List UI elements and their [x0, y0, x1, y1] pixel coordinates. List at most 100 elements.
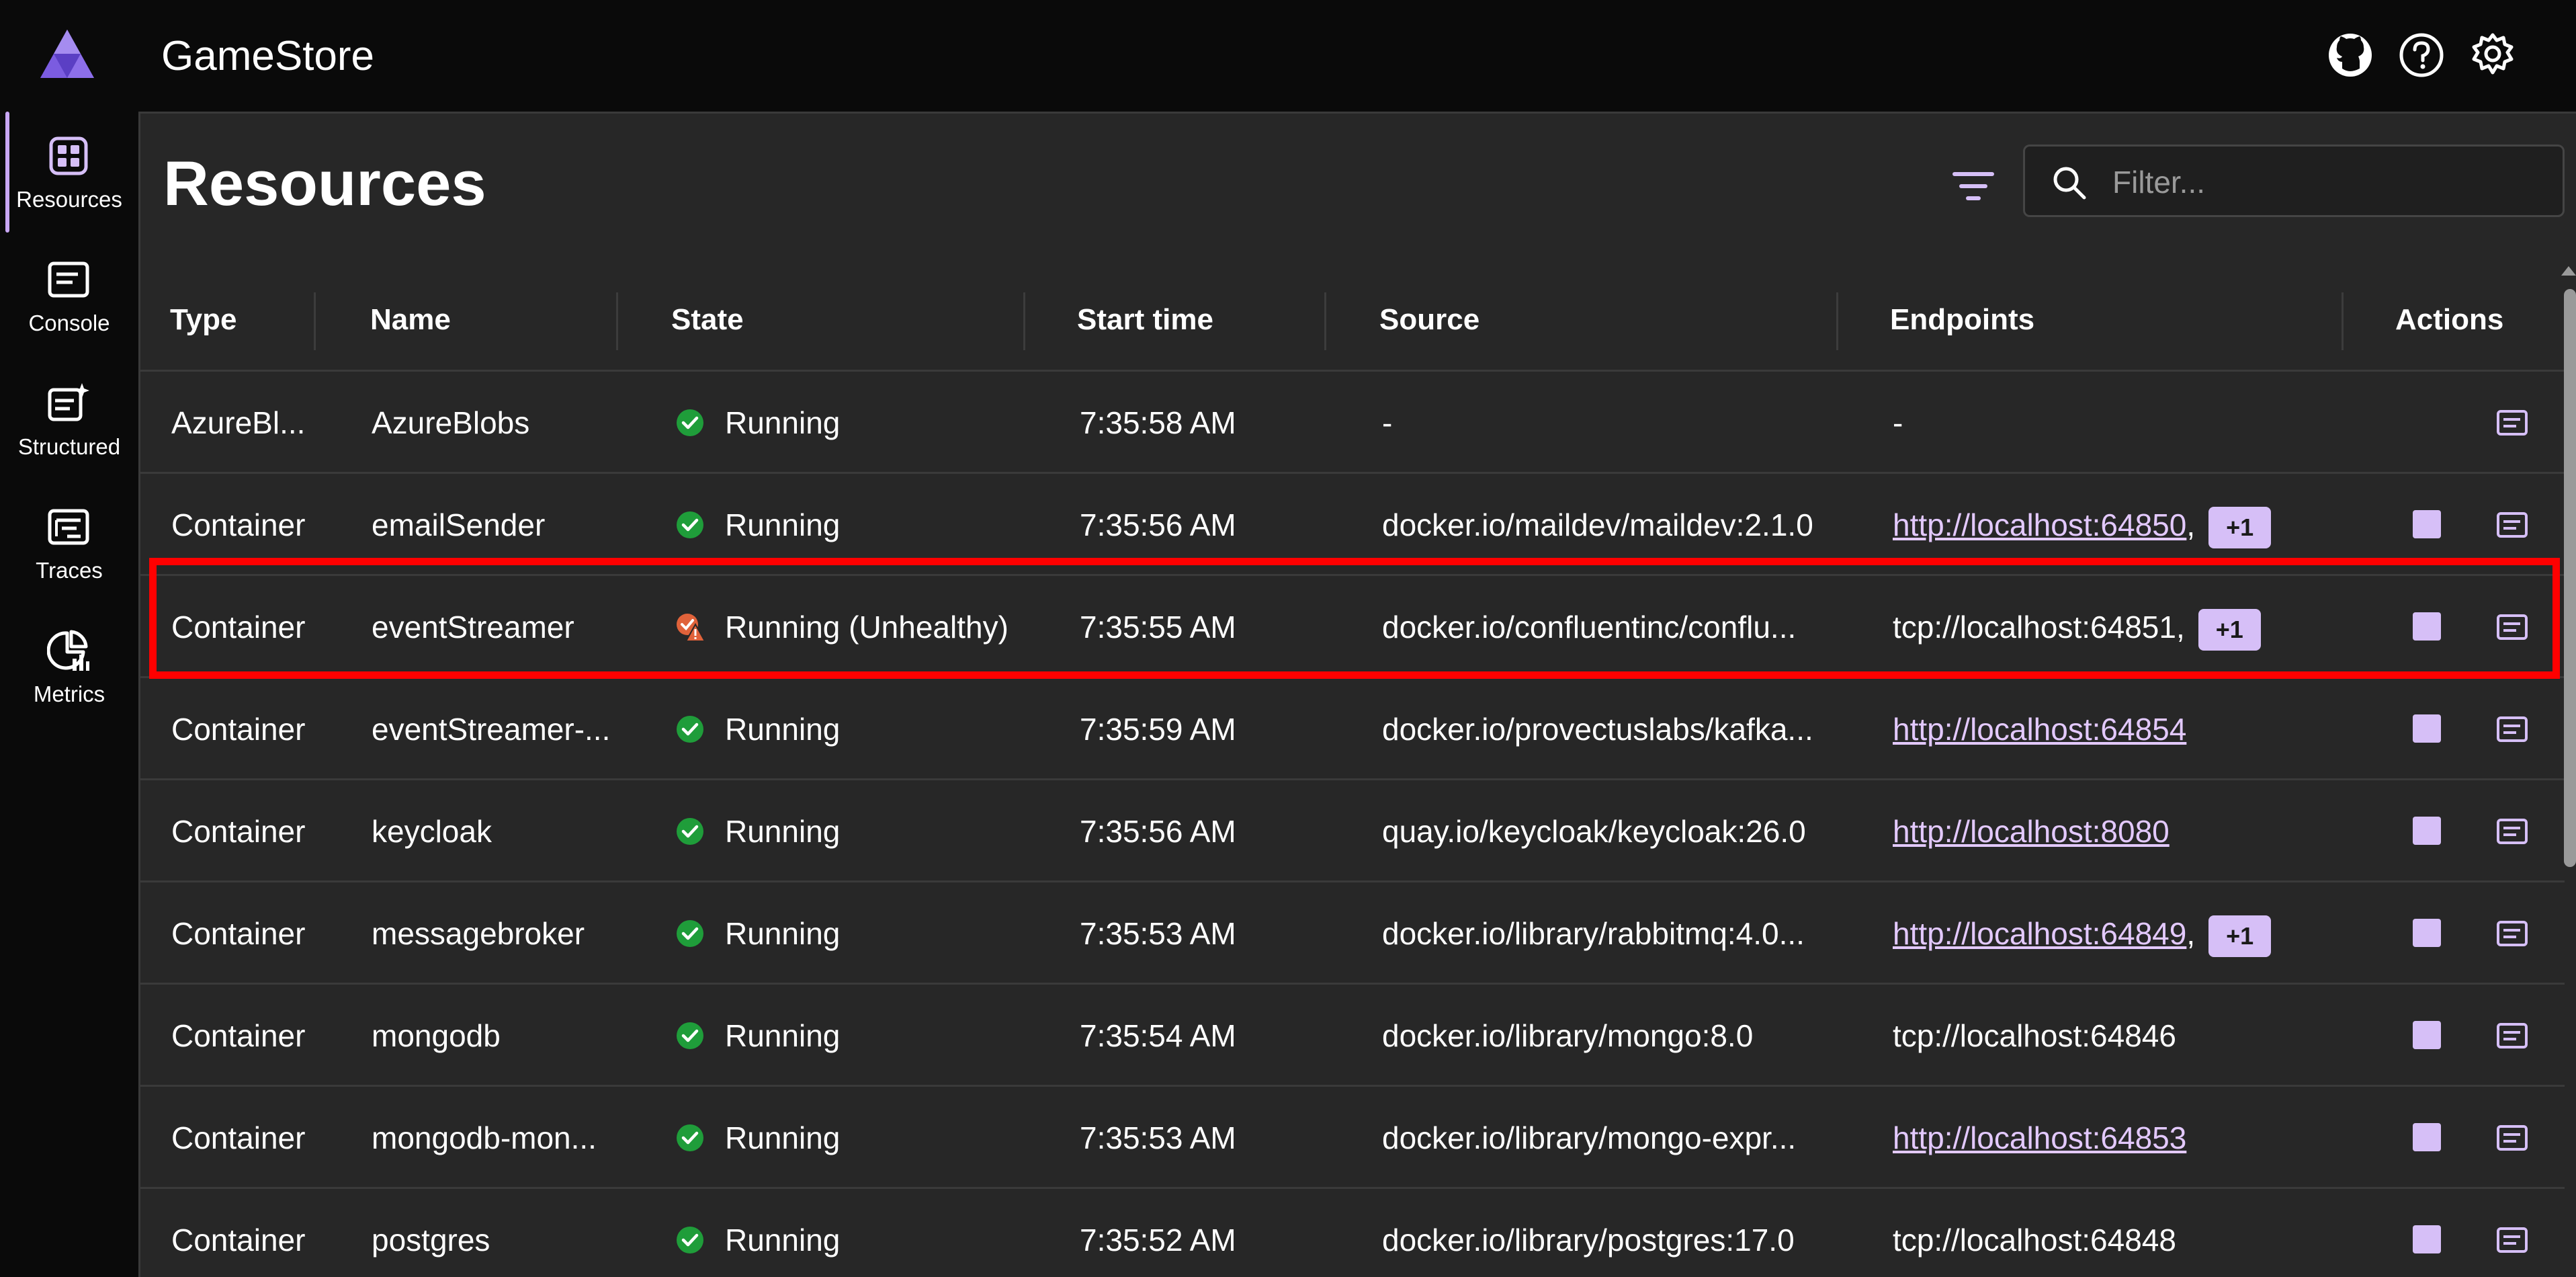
metrics-icon — [47, 630, 89, 671]
github-icon[interactable] — [2323, 28, 2377, 82]
scrollbar-thumb[interactable] — [2564, 289, 2576, 867]
resources-icon — [49, 136, 88, 175]
highlight-box — [149, 558, 2560, 679]
endpoint-link[interactable]: http://localhost:64853 — [1893, 1120, 2186, 1155]
sidebar-item-label: Traces — [36, 558, 103, 583]
cell-state: Running — [725, 916, 841, 951]
scroll-up-arrow-icon[interactable] — [2561, 266, 2576, 276]
sidebar-item-traces[interactable]: Traces — [0, 483, 138, 604]
sidebar-item-label: Structured — [17, 434, 121, 459]
cell-start-time: 7:35:53 AM — [1080, 916, 1236, 951]
running-check-icon — [677, 920, 703, 947]
cell-name[interactable]: mongodb — [372, 985, 620, 1087]
sidebar-item-label: Resources — [16, 187, 122, 212]
filter-icon[interactable] — [1945, 158, 2002, 214]
sidebar-item-label: Console — [28, 311, 110, 335]
cell-state: Running — [725, 1223, 841, 1258]
view-console-logs-icon[interactable] — [2496, 817, 2528, 846]
table-body: AzureBl... AzureBlobs Running 7:35:58 AM - - C… — [140, 372, 2565, 1277]
cell-endpoints: http://localhost:64853 — [1893, 1087, 2350, 1189]
column-resizer[interactable] — [2342, 292, 2344, 350]
sidebar-item-metrics[interactable]: Metrics — [0, 606, 138, 727]
running-check-icon — [677, 716, 703, 743]
column-header-start-time[interactable]: Start time — [1077, 268, 1213, 372]
stop-resource-button[interactable] — [2413, 714, 2441, 743]
column-resizer[interactable] — [1836, 292, 1838, 350]
sidebar-item-resources[interactable]: Resources — [0, 112, 138, 233]
endpoint-link[interactable]: http://localhost:64854 — [1893, 712, 2186, 747]
filter-search-box[interactable] — [2023, 145, 2565, 217]
cell-source: docker.io/library/mongo:8.0 — [1382, 1018, 1754, 1053]
cell-endpoints: http://localhost:8080 — [1893, 780, 2350, 882]
cell-endpoints: tcp://localhost:64848 — [1893, 1189, 2350, 1277]
view-console-logs-icon[interactable] — [2496, 919, 2528, 948]
cell-type: AzureBl... — [171, 405, 306, 440]
view-console-logs-icon[interactable] — [2496, 510, 2528, 540]
stop-resource-button[interactable] — [2413, 1225, 2441, 1253]
table-row[interactable]: Container keycloak Running 7:35:56 AM quay.i… — [140, 780, 2565, 882]
app-title[interactable]: GameStore — [161, 30, 374, 83]
cell-type: Container — [171, 1018, 306, 1053]
sidebar-item-console[interactable]: Console — [0, 235, 138, 356]
cell-type: Container — [171, 1120, 306, 1155]
column-header-state[interactable]: State — [671, 268, 744, 372]
view-console-logs-icon[interactable] — [2496, 1021, 2528, 1051]
column-header-endpoints[interactable]: Endpoints — [1890, 268, 2034, 372]
running-check-icon — [677, 1227, 703, 1253]
filter-input[interactable] — [2112, 159, 2542, 206]
table-row[interactable]: Container messagebroker Running 7:35:53 AM d… — [140, 882, 2565, 985]
traces-icon — [48, 509, 89, 545]
cell-name[interactable]: mongodb-mon... — [372, 1087, 620, 1189]
cell-source: docker.io/library/rabbitmq:4.0... — [1382, 916, 1805, 951]
stop-resource-button[interactable] — [2413, 919, 2441, 947]
column-resizer[interactable] — [616, 292, 618, 350]
cell-name[interactable]: postgres — [372, 1189, 620, 1277]
endpoint-link[interactable]: http://localhost:8080 — [1893, 814, 2170, 849]
stop-resource-button[interactable] — [2413, 1123, 2441, 1151]
endpoint-link[interactable]: http://localhost:64849 — [1893, 916, 2186, 951]
cell-name[interactable]: keycloak — [372, 780, 620, 882]
stop-resource-button[interactable] — [2413, 510, 2441, 538]
search-icon — [2053, 167, 2086, 200]
cell-endpoints: - — [1893, 372, 2350, 474]
top-bar: GameStore — [0, 0, 2576, 112]
sidebar-item-structured[interactable]: Structured — [0, 359, 138, 480]
stop-resource-button[interactable] — [2413, 1021, 2441, 1049]
column-header-name[interactable]: Name — [370, 268, 451, 372]
table-row[interactable]: Container postgres Running 7:35:52 AM docker… — [140, 1189, 2565, 1277]
column-header-source[interactable]: Source — [1379, 268, 1479, 372]
more-endpoints-badge[interactable]: +1 — [2208, 506, 2272, 548]
help-icon[interactable] — [2395, 28, 2448, 82]
view-console-logs-icon[interactable] — [2496, 1225, 2528, 1255]
cell-state: Running — [725, 712, 841, 747]
column-header-actions: Actions — [2395, 303, 2504, 336]
aspire-logo-icon[interactable] — [38, 27, 97, 81]
cell-name[interactable]: AzureBlobs — [372, 372, 620, 474]
cell-type: Container — [171, 712, 306, 747]
running-check-icon — [677, 818, 703, 845]
column-resizer[interactable] — [1023, 292, 1025, 350]
table-row[interactable]: Container eventStreamer-... Running 7:35:59… — [140, 678, 2565, 780]
view-console-logs-icon[interactable] — [2496, 714, 2528, 744]
stop-resource-button[interactable] — [2413, 817, 2441, 845]
sidebar-item-label: Metrics — [33, 682, 105, 706]
settings-icon[interactable] — [2466, 28, 2520, 82]
cell-start-time: 7:35:56 AM — [1080, 814, 1236, 849]
endpoint-link[interactable]: http://localhost:64850 — [1893, 507, 2186, 542]
table-row[interactable]: AzureBl... AzureBlobs Running 7:35:58 AM - - — [140, 372, 2565, 474]
column-header-type[interactable]: Type — [170, 268, 237, 372]
cell-name[interactable]: messagebroker — [372, 882, 620, 985]
column-resizer[interactable] — [1324, 292, 1326, 350]
table-row[interactable]: Container mongodb Running 7:35:54 AM docker.… — [140, 985, 2565, 1087]
table-row[interactable]: Container mongodb-mon... Running 7:35:53 AM… — [140, 1087, 2565, 1189]
view-console-logs-icon[interactable] — [2496, 408, 2528, 438]
column-resizer[interactable] — [314, 292, 316, 350]
endpoint-text: tcp://localhost:64846 — [1893, 1018, 2176, 1053]
page-title: Resources — [163, 148, 486, 218]
running-check-icon — [677, 1124, 703, 1151]
view-console-logs-icon[interactable] — [2496, 1123, 2528, 1153]
cell-name[interactable]: eventStreamer-... — [372, 678, 620, 780]
more-endpoints-badge[interactable]: +1 — [2208, 915, 2272, 957]
cell-source: quay.io/keycloak/keycloak:26.0 — [1382, 814, 1806, 849]
cell-state: Running — [725, 1120, 841, 1155]
